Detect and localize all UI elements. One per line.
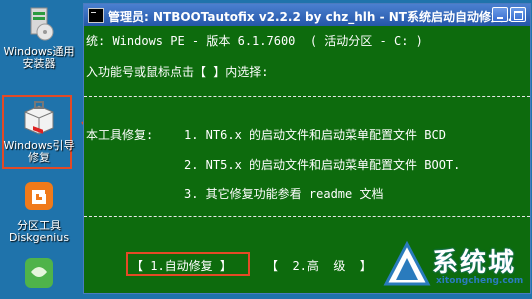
repair-item-3: 3. 其它修复功能参看 readme 文档 bbox=[184, 187, 384, 201]
watermark-logo-icon bbox=[383, 240, 431, 286]
desktop-icon-green-app[interactable] bbox=[0, 256, 78, 298]
diskgenius-icon bbox=[19, 178, 59, 218]
title-bar[interactable]: 管理员: NTBOOTautofix v2.2.2 by chz_hlh - N… bbox=[84, 4, 530, 26]
menu-advanced-button[interactable]: 【 2.高 级 】 bbox=[266, 257, 372, 274]
separator-line bbox=[84, 96, 530, 97]
green-app-icon bbox=[19, 256, 59, 296]
prompt-line: 入功能号或鼠标点击【 】内选择: bbox=[86, 65, 269, 79]
window-title: 管理员: NTBOOTautofix v2.2.2 by chz_hlh - N… bbox=[108, 10, 517, 24]
minimize-button[interactable] bbox=[492, 7, 508, 22]
watermark-subtext: xitongcheng.com bbox=[436, 276, 524, 286]
desktop-icon-label: Windows引导 修复 bbox=[3, 139, 75, 164]
separator-line bbox=[84, 216, 530, 217]
repair-item-2: 2. NT5.x 的启动文件和启动菜单配置文件 BOOT. bbox=[184, 158, 461, 172]
watermark: 系统城 xitongcheng.com bbox=[382, 240, 532, 292]
system-info-line: 统: Windows PE - 版本 6.1.7600 ( 活动分区 - C: … bbox=[86, 34, 423, 48]
watermark-text: 系统城 bbox=[432, 248, 517, 278]
console-icon bbox=[88, 8, 104, 23]
tool-heading: 本工具修复: bbox=[86, 128, 154, 142]
desktop-icon-diskgenius[interactable]: 分区工具 Diskgenius bbox=[0, 178, 78, 244]
desktop-icon-label: Windows通用 安装器 bbox=[3, 45, 75, 70]
desktop-icon-label: 分区工具 Diskgenius bbox=[8, 219, 70, 244]
desktop-icon-windows-installer[interactable]: Windows通用 安装器 bbox=[0, 4, 78, 70]
desktop-icon-boot-repair[interactable]: Windows引导 修复 bbox=[0, 98, 78, 164]
installer-icon bbox=[19, 4, 59, 44]
maximize-button[interactable] bbox=[510, 7, 526, 22]
repair-item-1: 1. NT6.x 的启动文件和启动菜单配置文件 BCD bbox=[184, 128, 446, 142]
toolbox-icon bbox=[19, 98, 59, 138]
menu-auto-repair-button[interactable]: 【 1.自动修复 】 bbox=[131, 257, 232, 274]
